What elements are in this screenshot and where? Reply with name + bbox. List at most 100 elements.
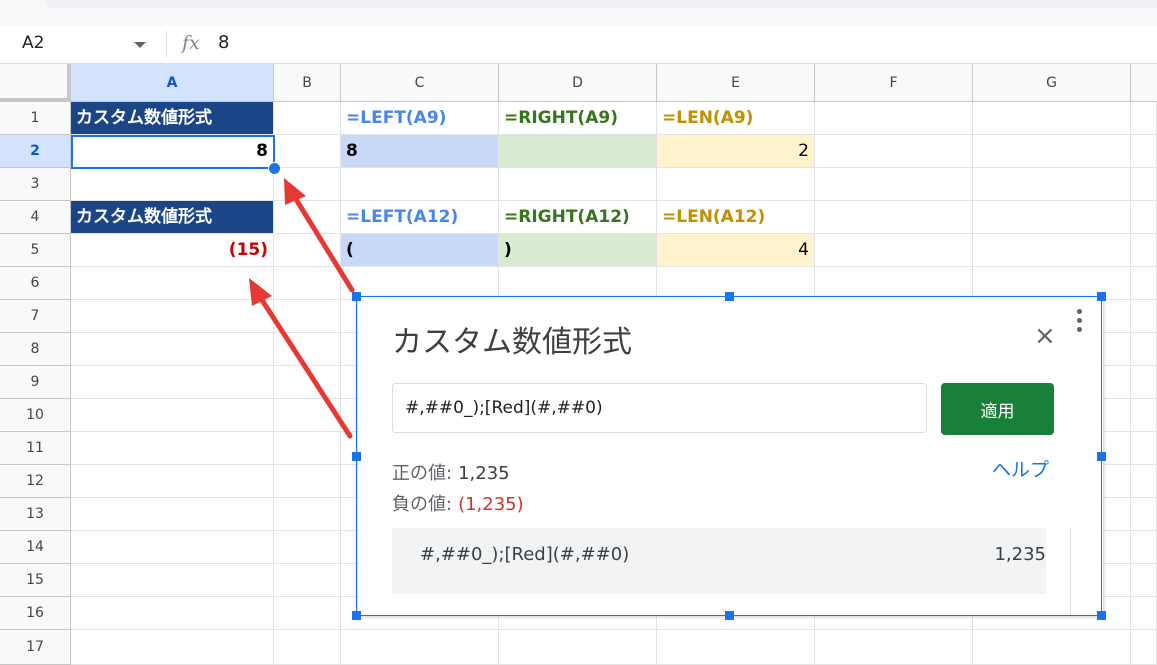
format-input[interactable] <box>392 383 927 433</box>
column-header-g[interactable]: G <box>973 64 1131 102</box>
grid-cell[interactable] <box>1131 201 1157 234</box>
grid-cell[interactable] <box>341 168 499 201</box>
row-header-10[interactable]: 10 <box>0 399 71 432</box>
grid-cell[interactable] <box>341 630 499 665</box>
grid-cell[interactable] <box>1131 168 1157 201</box>
grid-cell[interactable] <box>815 267 973 300</box>
grid-cell[interactable] <box>1131 531 1157 564</box>
grid-cell[interactable] <box>71 168 274 201</box>
grid-cell[interactable] <box>1131 135 1157 168</box>
cell-c2[interactable]: 8 <box>341 135 499 168</box>
row-header-13[interactable]: 13 <box>0 498 71 531</box>
cell-a5[interactable]: (15) <box>71 234 274 267</box>
grid-cell[interactable] <box>815 234 973 267</box>
column-header-b[interactable]: B <box>274 64 341 102</box>
grid-cell[interactable] <box>499 630 657 665</box>
cell-d4[interactable]: =RIGHT(A12) <box>499 201 657 234</box>
grid-cell[interactable] <box>815 168 973 201</box>
row-header-8[interactable]: 8 <box>0 333 71 366</box>
grid-cell[interactable] <box>274 333 341 366</box>
grid-cell[interactable] <box>1131 597 1157 630</box>
row-header-2[interactable]: 2 <box>0 135 71 168</box>
grid-cell[interactable] <box>274 630 341 665</box>
row-header-6[interactable]: 6 <box>0 267 71 300</box>
grid-cell[interactable] <box>71 597 274 630</box>
cell-a4[interactable]: カスタム数値形式 <box>71 201 274 234</box>
grid-cell[interactable] <box>499 267 657 300</box>
column-header-f[interactable]: F <box>815 64 973 102</box>
grid-cell[interactable] <box>1131 102 1157 135</box>
grid-cell[interactable] <box>973 168 1131 201</box>
cell-c5[interactable]: ( <box>341 234 499 267</box>
grid-cell[interactable] <box>973 135 1131 168</box>
grid-cell[interactable] <box>71 333 274 366</box>
row-header-17[interactable]: 17 <box>0 630 71 665</box>
grid-cell[interactable] <box>274 432 341 465</box>
grid-cell[interactable] <box>657 267 815 300</box>
grid-cell[interactable] <box>71 498 274 531</box>
grid-cell[interactable] <box>274 135 341 168</box>
grid-cell[interactable] <box>71 465 274 498</box>
grid-cell[interactable] <box>973 102 1131 135</box>
cell-e1[interactable]: =LEN(A9) <box>657 102 815 135</box>
grid-cell[interactable] <box>274 498 341 531</box>
cell-e5[interactable]: 4 <box>657 234 815 267</box>
grid-cell[interactable] <box>1131 366 1157 399</box>
more-options-icon[interactable] <box>1077 309 1083 336</box>
grid-cell[interactable] <box>274 564 341 597</box>
grid-cell[interactable] <box>71 630 274 665</box>
close-icon[interactable]: × <box>1034 323 1056 349</box>
row-header-5[interactable]: 5 <box>0 234 71 267</box>
column-header-e[interactable]: E <box>657 64 815 102</box>
row-header-11[interactable]: 11 <box>0 432 71 465</box>
cell-a1[interactable]: カスタム数値形式 <box>71 102 274 135</box>
column-header-h[interactable] <box>1131 64 1157 102</box>
cell-c1[interactable]: =LEFT(A9) <box>341 102 499 135</box>
grid-cell[interactable] <box>274 531 341 564</box>
format-list-item[interactable]: #,##0_);[Red](#,##0) 1,235 <box>392 528 1046 594</box>
grid-cell[interactable] <box>973 234 1131 267</box>
select-all-corner[interactable] <box>0 64 71 102</box>
grid-cell[interactable] <box>815 201 973 234</box>
grid-cell[interactable] <box>1131 234 1157 267</box>
row-header-4[interactable]: 4 <box>0 201 71 234</box>
grid-cell[interactable] <box>973 201 1131 234</box>
grid-cell[interactable] <box>1131 465 1157 498</box>
name-box-dropdown-icon[interactable] <box>134 42 146 48</box>
grid-cell[interactable] <box>815 102 973 135</box>
row-header-7[interactable]: 7 <box>0 300 71 333</box>
grid-cell[interactable] <box>1131 498 1157 531</box>
grid-cell[interactable] <box>71 432 274 465</box>
cell-e4[interactable]: =LEN(A12) <box>657 201 815 234</box>
grid-cell[interactable] <box>973 267 1131 300</box>
row-header-3[interactable]: 3 <box>0 168 71 201</box>
grid-cell[interactable] <box>71 366 274 399</box>
grid-cell[interactable] <box>274 168 341 201</box>
name-box[interactable]: A2 <box>22 33 44 53</box>
grid-cell[interactable] <box>71 399 274 432</box>
grid-cell[interactable] <box>274 201 341 234</box>
help-link[interactable]: ヘルプ <box>992 455 1049 482</box>
cell-c4[interactable]: =LEFT(A12) <box>341 201 499 234</box>
formula-input[interactable]: 8 <box>218 32 229 53</box>
grid-cell[interactable] <box>274 267 341 300</box>
grid-cell[interactable] <box>274 234 341 267</box>
row-header-15[interactable]: 15 <box>0 564 71 597</box>
row-header-9[interactable]: 9 <box>0 366 71 399</box>
row-header-16[interactable]: 16 <box>0 597 71 630</box>
grid-cell[interactable] <box>274 366 341 399</box>
cell-d2[interactable] <box>499 135 657 168</box>
column-header-c[interactable]: C <box>341 64 499 102</box>
column-header-a[interactable]: A <box>71 64 274 102</box>
grid-cell[interactable] <box>274 465 341 498</box>
grid-cell[interactable] <box>499 168 657 201</box>
grid-cell[interactable] <box>71 564 274 597</box>
grid-cell[interactable] <box>657 168 815 201</box>
grid-cell[interactable] <box>973 630 1131 665</box>
grid-cell[interactable] <box>71 300 274 333</box>
grid-cell[interactable] <box>1131 333 1157 366</box>
grid-cell[interactable] <box>274 597 341 630</box>
grid-cell[interactable] <box>71 531 274 564</box>
column-header-d[interactable]: D <box>499 64 657 102</box>
apply-button[interactable]: 適用 <box>941 383 1054 435</box>
